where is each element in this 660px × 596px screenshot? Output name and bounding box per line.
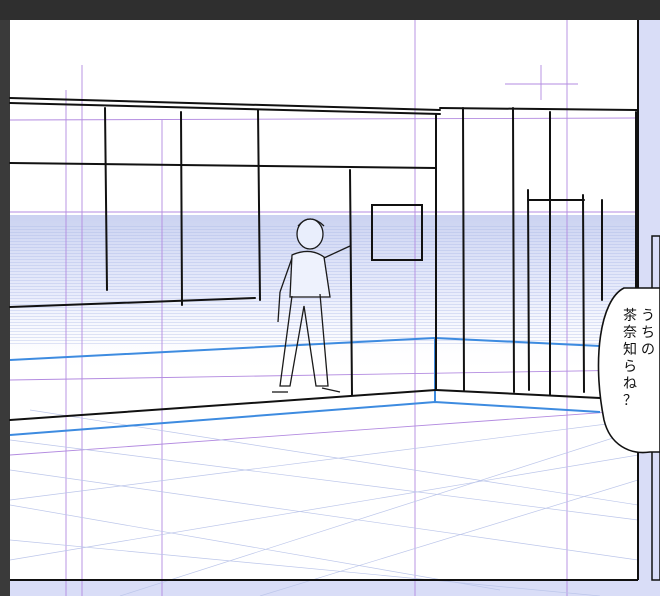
drawing-canvas[interactable]: [0, 0, 660, 596]
speech-bubble: [597, 287, 660, 454]
